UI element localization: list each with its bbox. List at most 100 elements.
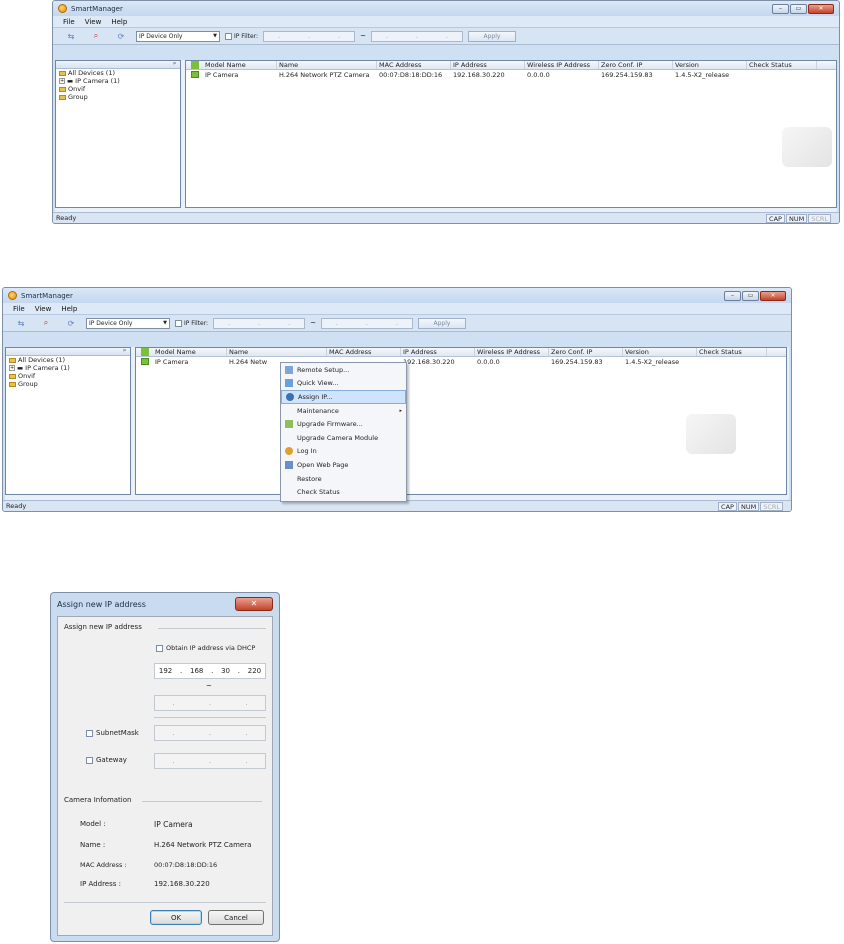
ip-from-input[interactable]: 192. 168. 30. 220: [154, 663, 266, 679]
col-zeroconf[interactable]: Zero Conf. IP: [549, 348, 623, 356]
menu-item-restore[interactable]: Restore: [281, 472, 406, 486]
cap-indicator: CAP: [718, 501, 737, 511]
divider: [158, 628, 266, 629]
toolbar: ⇆ ⌕ ⟳ IP Device Only ▼ IP Filter: ... ~ .…: [3, 315, 791, 332]
maximize-button[interactable]: ▭: [790, 3, 807, 14]
scrl-indicator: SCRL: [808, 213, 831, 223]
ip-filter-toggle[interactable]: IP Filter:: [225, 32, 258, 40]
col-name[interactable]: Name: [277, 61, 377, 69]
tree-pin[interactable]: ᵖ: [6, 348, 130, 356]
search-device-icon[interactable]: ⌕: [86, 31, 106, 41]
col-mac[interactable]: MAC Address: [377, 61, 451, 69]
menu-item-log-in[interactable]: Log In: [281, 445, 406, 459]
ip-filter-checkbox[interactable]: [175, 319, 182, 327]
menu-item-upgrade-firmware[interactable]: Upgrade Firmware...: [281, 417, 406, 431]
refresh-device-icon[interactable]: ⟳: [111, 31, 131, 41]
info-name-label: Name :: [80, 841, 106, 849]
col-check-status[interactable]: Check Status: [747, 61, 817, 69]
select-all-icon[interactable]: [191, 61, 199, 69]
table-row[interactable]: IP Camera H.264 Netw 00:07:D8:18:DD:16 1…: [136, 357, 786, 366]
select-all-icon[interactable]: [141, 348, 149, 356]
title-bar[interactable]: SmartManager – ▭ ✕: [3, 288, 791, 303]
info-ip-label: IP Address :: [80, 880, 121, 888]
col-model-name[interactable]: Model Name: [203, 61, 277, 69]
ip-filter-to-input[interactable]: ...: [370, 30, 463, 42]
search-device-icon[interactable]: ⌕: [36, 318, 56, 328]
menu-help[interactable]: Help: [111, 18, 127, 26]
context-menu: Remote Setup... Quick View... Assign IP.…: [280, 362, 407, 502]
tree-pin[interactable]: ᵖ: [56, 61, 180, 69]
connect-icon[interactable]: ⇆: [11, 318, 31, 328]
menu-view[interactable]: View: [85, 18, 102, 26]
table-row[interactable]: IP Camera H.264 Network PTZ Camera 00:07…: [186, 70, 836, 79]
dialog-close-button[interactable]: ✕: [235, 597, 273, 611]
col-zeroconf[interactable]: Zero Conf. IP: [599, 61, 673, 69]
info-ip-value: 192.168.30.220: [154, 880, 210, 888]
menu-item-check-status[interactable]: Check Status: [281, 485, 406, 499]
menu-file[interactable]: File: [63, 18, 75, 26]
dialog-body: Assign new IP address Obtain IP address …: [57, 616, 273, 936]
device-filter-select[interactable]: IP Device Only ▼: [86, 317, 170, 329]
ip-filter-to-input[interactable]: ...: [320, 317, 413, 329]
app-icon: [8, 291, 17, 300]
col-model-name[interactable]: Model Name: [153, 348, 227, 356]
ip-filter-checkbox[interactable]: [225, 32, 232, 40]
col-version[interactable]: Version: [673, 61, 747, 69]
col-check-status[interactable]: Check Status: [697, 348, 767, 356]
col-name[interactable]: Name: [227, 348, 327, 356]
menu-item-upgrade-camera-module[interactable]: Upgrade Camera Module: [281, 431, 406, 445]
col-mac[interactable]: MAC Address: [327, 348, 401, 356]
menu-item-assign-ip[interactable]: Assign IP...: [281, 390, 406, 404]
gateway-input[interactable]: ...: [154, 753, 266, 769]
tree-item-ip-camera[interactable]: + ▬ IP Camera (1): [56, 77, 180, 85]
col-ip[interactable]: IP Address: [451, 61, 525, 69]
refresh-device-icon[interactable]: ⟳: [61, 318, 81, 328]
divider: [154, 717, 266, 718]
menu-item-open-web-page[interactable]: Open Web Page: [281, 458, 406, 472]
tree-item-onvif[interactable]: Onvif: [6, 372, 130, 380]
menu-item-maintenance[interactable]: Maintenance ▸: [281, 404, 406, 418]
tree-item-all-devices[interactable]: All Devices (1): [56, 69, 180, 77]
tree-item-ip-camera[interactable]: + ▬ IP Camera (1): [6, 364, 130, 372]
ip-filter-toggle[interactable]: IP Filter:: [175, 319, 208, 327]
gateway-checkbox[interactable]: [86, 757, 93, 764]
menu-help[interactable]: Help: [61, 305, 77, 313]
tree-item-all-devices[interactable]: All Devices (1): [6, 356, 130, 364]
ip-filter-from-input[interactable]: ...: [213, 317, 306, 329]
folder-icon: [9, 357, 16, 363]
close-button[interactable]: ✕: [760, 290, 786, 301]
title-bar[interactable]: SmartManager – ▭ ✕: [53, 1, 839, 16]
cancel-button[interactable]: Cancel: [208, 910, 264, 925]
tree-item-onvif[interactable]: Onvif: [56, 85, 180, 93]
close-button[interactable]: ✕: [808, 3, 834, 14]
toolbar: ⇆ ⌕ ⟳ IP Device Only ▼ IP Filter: ... ~ .…: [53, 28, 839, 45]
device-filter-select[interactable]: IP Device Only ▼: [136, 30, 220, 42]
ok-button[interactable]: OK: [150, 910, 202, 925]
subnet-checkbox[interactable]: [86, 730, 93, 737]
menu-view[interactable]: View: [35, 305, 52, 313]
apply-button[interactable]: Apply: [417, 317, 466, 329]
menu-item-quick-view[interactable]: Quick View...: [281, 377, 406, 391]
maximize-button[interactable]: ▭: [742, 290, 759, 301]
apply-button[interactable]: Apply: [467, 30, 516, 42]
chevron-down-icon: ▼: [213, 33, 217, 39]
dialog-title-bar[interactable]: Assign new IP address ✕: [51, 593, 279, 615]
minimize-button[interactable]: –: [724, 290, 741, 301]
col-wireless-ip[interactable]: Wireless IP Address: [525, 61, 599, 69]
connect-icon[interactable]: ⇆: [61, 31, 81, 41]
ip-filter-from-input[interactable]: ...: [263, 30, 356, 42]
tree-item-group[interactable]: Group: [56, 93, 180, 101]
col-ip[interactable]: IP Address: [401, 348, 475, 356]
minimize-button[interactable]: –: [772, 3, 789, 14]
menu-bar: File View Help: [53, 16, 839, 28]
web-page-icon: [285, 460, 293, 469]
dhcp-checkbox[interactable]: [156, 645, 163, 652]
menu-file[interactable]: File: [13, 305, 25, 313]
col-wireless-ip[interactable]: Wireless IP Address: [475, 348, 549, 356]
menu-item-remote-setup[interactable]: Remote Setup...: [281, 363, 406, 377]
subnet-input[interactable]: ...: [154, 725, 266, 741]
tree-item-group[interactable]: Group: [6, 380, 130, 388]
col-version[interactable]: Version: [623, 348, 697, 356]
ip-to-input[interactable]: ...: [154, 695, 266, 711]
watermark-logo: [686, 414, 736, 454]
